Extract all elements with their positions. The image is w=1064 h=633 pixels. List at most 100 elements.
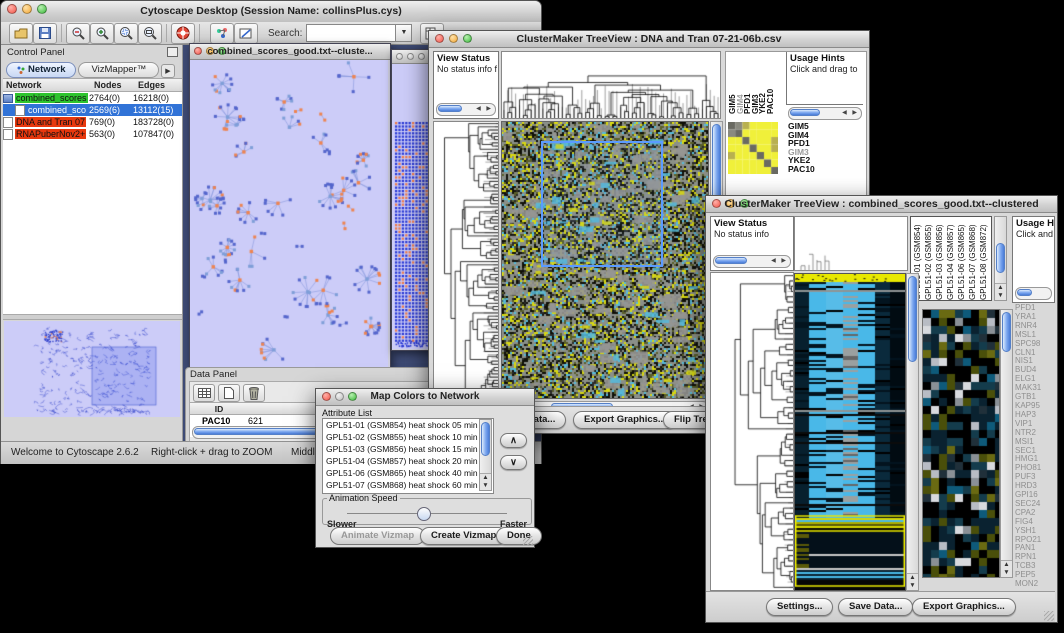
column-label: GIM3 (751, 54, 759, 114)
attribute-list-vscrollbar[interactable]: ▲▼ (479, 419, 492, 491)
attribute-list-item[interactable]: GPL51-04 (GSM857) heat shock 20 min (323, 455, 493, 467)
column-labels-vscrollbar[interactable]: ▲▼ (994, 216, 1007, 301)
zoom-fit-button[interactable] (138, 23, 162, 44)
treeview1-usage-hints: Usage Hints Click and drag to (786, 52, 863, 105)
open-session-button[interactable] (9, 23, 33, 44)
column-label: YKE2 (758, 54, 766, 114)
attribute-list-item[interactable]: GPL51-01 (GSM854) heat shock 05 min (323, 419, 493, 431)
minimize-icon[interactable] (407, 53, 414, 60)
network-window: combined_scores_good.txt--cluste... (189, 43, 391, 369)
treeview2-button-bar: Settings... Save Data... Export Graphics… (706, 591, 1055, 622)
attribute-list-item[interactable]: GPL51-02 (GSM855) heat shock 10 min (323, 431, 493, 443)
new-attribute-button[interactable] (218, 384, 240, 402)
treeview1-column-labels: GIM5GIM4PFD1GIM3YKE2PAC10 (728, 54, 776, 114)
treeview2-column-labels: GPL51-01 (GSM854)GPL51-02 (GSM855)GPL51-… (910, 216, 992, 301)
treeview2-array-panel[interactable] (794, 216, 908, 271)
trash-icon (249, 387, 259, 400)
view-status-hscrollbar[interactable]: ◀ ▶ (436, 103, 496, 116)
network-overview-toggle-button[interactable] (210, 23, 234, 44)
network-table-header[interactable]: Network Nodes Edges (3, 78, 182, 92)
heatmap-selection-box[interactable] (541, 141, 663, 267)
treeview2-gene-list[interactable]: PFD1YRA1RNR4MSL1SPC98CLN1NIS1BUD4ELG1MAK… (1015, 304, 1055, 591)
save-data-button[interactable]: Save Data... (838, 598, 913, 616)
done-button[interactable]: Done (496, 527, 542, 545)
treeview2-vscrollbar[interactable]: ▲▼ (906, 273, 919, 591)
nodes-icon (216, 27, 229, 40)
treeview1-titlebar[interactable]: ClusterMaker TreeView : DNA and Tran 07-… (429, 31, 869, 48)
tab-network[interactable]: Network (6, 62, 76, 78)
treeview2-zoom-heatmap[interactable] (922, 309, 1000, 578)
resize-grip[interactable] (523, 536, 533, 546)
move-up-button[interactable]: ∧ (500, 433, 527, 448)
zoom-out-button[interactable] (66, 23, 90, 44)
column-label: GPL51-02 (GSM855) (924, 218, 935, 300)
attribute-select-button[interactable] (193, 384, 215, 402)
treeview2-heatmap[interactable] (794, 273, 906, 591)
treeview2-usage-hints: Usage Hints Click and (1012, 216, 1055, 303)
tab-vizmapper[interactable]: VizMapper™ (78, 62, 159, 78)
zoom-selected-button[interactable] (114, 23, 138, 44)
treeview1-array-dendrogram[interactable] (501, 51, 721, 119)
create-vizmap-button[interactable]: Create Vizmap (420, 527, 507, 545)
move-down-button[interactable]: ∨ (500, 455, 527, 470)
attribute-listbox[interactable]: GPL51-01 (GSM854) heat shock 05 minGPL51… (322, 418, 494, 494)
zoom-out-icon (71, 26, 85, 40)
search-label: Search: (268, 28, 302, 39)
life-ring-icon (176, 26, 190, 40)
attribute-list-item[interactable]: GPL51-06 (GSM865) heat shock 40 min (323, 467, 493, 479)
search-dropdown-button[interactable]: ▼ (396, 24, 412, 42)
treeview1-title: ClusterMaker TreeView : DNA and Tran 07-… (429, 33, 869, 45)
open-folder-icon (14, 28, 28, 39)
animation-speed-group: Animation Speed Slower Faster (322, 493, 532, 525)
floppy-disk-icon (39, 27, 51, 39)
settings-button[interactable]: Settings... (766, 598, 833, 616)
network-list-row[interactable]: RNAPuberNov2+ 563(0) 107847(0) (3, 128, 182, 140)
export-graphics-button[interactable]: Export Graphics... (912, 598, 1016, 616)
column-label: GPL51-04 (GSM857) (946, 218, 957, 300)
treeview2-titlebar[interactable]: ClusterMaker TreeView : combined_scores_… (706, 196, 1057, 213)
network-row-icon (3, 129, 13, 140)
treeview2-title: ClusterMaker TreeView : combined_scores_… (706, 198, 1057, 210)
usage-hints-hscrollbar[interactable]: ◀ ▶ (788, 107, 862, 120)
main-titlebar[interactable]: Cytoscape Desktop (Session Name: collins… (1, 1, 541, 23)
network-row-icon (3, 94, 13, 103)
save-session-button[interactable] (33, 23, 57, 44)
zoom-window-icon[interactable] (418, 53, 425, 60)
speed-slider-thumb[interactable] (417, 507, 431, 521)
view-status-hscrollbar[interactable]: ◀ ▶ (713, 255, 791, 268)
float-panel-icon[interactable] (167, 47, 178, 57)
network-row-icon (3, 117, 13, 128)
close-icon[interactable] (396, 53, 403, 60)
network-overview-canvas[interactable] (4, 321, 180, 417)
annotation-tool-button[interactable] (234, 23, 258, 44)
column-label: GPL51-03 (GSM856) (935, 218, 946, 300)
delete-attribute-button[interactable] (243, 384, 265, 402)
panel-divider[interactable] (3, 314, 182, 320)
zoom-selected-icon (119, 26, 133, 40)
tab-overflow-button[interactable]: ▶ (161, 64, 174, 78)
zoom-in-button[interactable] (90, 23, 114, 44)
treeview1-gene-dendrogram[interactable] (433, 121, 499, 399)
treeview2-gene-dendrogram[interactable] (710, 272, 794, 591)
export-graphics-button[interactable]: Export Graphics... (573, 411, 677, 429)
control-panel: Control Panel Network VizMapper™ ▶ Netwo… (3, 45, 183, 441)
network-list: combined_scores 2764(0) 16218(0) combine… (3, 92, 182, 314)
map-dialog-titlebar[interactable]: Map Colors to Network (316, 389, 534, 406)
column-label: GPL51-07 (GSM868) (968, 218, 979, 300)
search-input[interactable] (306, 24, 396, 42)
treeview1-summary-heatmap[interactable] (728, 122, 778, 174)
usage-hints-hscrollbar[interactable] (1015, 287, 1052, 300)
help-button[interactable] (171, 23, 195, 44)
zoom-heatmap-vscrollbar[interactable]: ▲▼ (1000, 309, 1013, 578)
gene-label: MON2 (1015, 580, 1055, 589)
network-list-row[interactable]: DNA and Tran 07 769(0) 183728(0) (3, 116, 182, 128)
animate-vizmap-button[interactable]: Animate Vizmap (330, 527, 425, 545)
zoom-fit-icon (143, 26, 157, 40)
network-list-row[interactable]: combined_sco 2569(6) 13112(15) (3, 104, 182, 116)
attribute-list-item[interactable]: GPL51-03 (GSM856) heat shock 15 min (323, 443, 493, 455)
network-window-titlebar[interactable]: combined_scores_good.txt--cluste... (190, 44, 390, 60)
resize-grip[interactable] (1044, 611, 1054, 621)
network-canvas[interactable] (190, 60, 388, 367)
attribute-list-item[interactable]: GPL51-07 (GSM868) heat shock 60 min (323, 479, 493, 491)
network-list-row[interactable]: combined_scores 2764(0) 16218(0) (3, 92, 182, 104)
